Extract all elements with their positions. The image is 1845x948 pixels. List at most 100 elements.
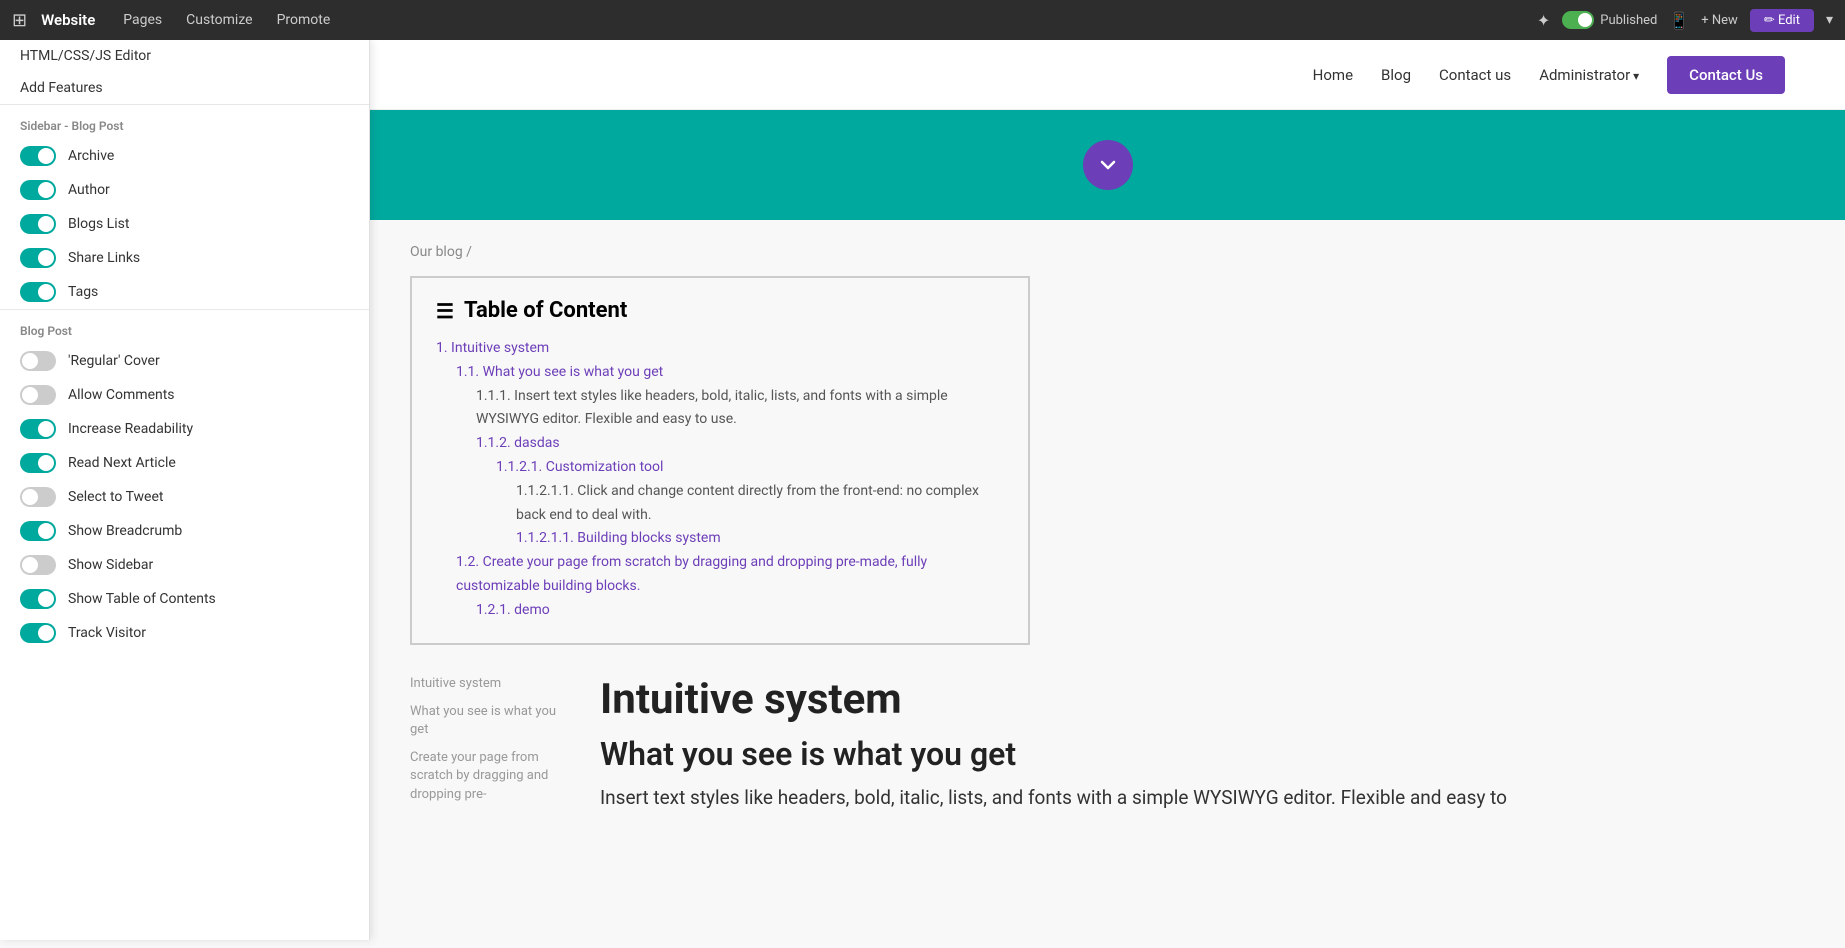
published-toggle[interactable]: Published	[1562, 11, 1657, 29]
toggle-show-breadcrumb: Show Breadcrumb	[0, 514, 369, 548]
nav-contact[interactable]: Contact us	[1439, 66, 1511, 84]
toc-list: 1. Intuitive system 1.1. What you see is…	[436, 337, 1004, 623]
article-h2: What you see is what you get	[600, 735, 1805, 773]
toggle-show-sidebar: Show Sidebar	[0, 548, 369, 582]
published-switch[interactable]	[1562, 11, 1594, 29]
toggle-allow-comments-label: Allow Comments	[68, 387, 175, 403]
toggle-author-label: Author	[68, 182, 110, 198]
article-h1: Intuitive system	[600, 675, 1805, 725]
toggle-share-links-label: Share Links	[68, 250, 140, 266]
nav-blog[interactable]: Blog	[1381, 66, 1411, 84]
toggle-share-links-switch[interactable]	[20, 248, 56, 268]
add-features-label: Add Features	[20, 80, 103, 96]
breadcrumb-blog[interactable]: Our blog	[410, 244, 463, 260]
toc-item-1: 1. Intuitive system	[436, 337, 1004, 361]
toc-item-1-1: 1.1. What you see is what you get	[456, 361, 1004, 385]
hero-chevron-down[interactable]	[1083, 140, 1133, 190]
blog-post-section-label: Blog Post	[0, 309, 369, 344]
toggle-regular-cover-switch[interactable]	[20, 351, 56, 371]
toggle-show-breadcrumb-switch[interactable]	[20, 521, 56, 541]
site-navbar: Home Blog Contact us Administrator Conta…	[370, 40, 1845, 110]
blog-content: Our blog / ☰ Table of Content 1. Intuiti…	[370, 220, 1845, 838]
html-css-js-editor-label: HTML/CSS/JS Editor	[20, 48, 151, 64]
hero-area	[370, 110, 1845, 220]
contact-us-button[interactable]: Contact Us	[1667, 56, 1785, 94]
brand-label: Website	[41, 11, 95, 29]
toggle-show-sidebar-switch[interactable]	[20, 555, 56, 575]
toc-item-1-1-2-1-1b: 1.1.2.1.1. Building blocks system	[516, 527, 1004, 551]
toggle-show-sidebar-label: Show Sidebar	[68, 557, 153, 573]
toggle-tags-switch[interactable]	[20, 282, 56, 302]
nav-promote[interactable]: Promote	[269, 8, 339, 32]
toggle-blogs-list-label: Blogs List	[68, 216, 129, 232]
toc-link-1-2-1[interactable]: 1.2.1. demo	[476, 602, 550, 618]
toc-item-1-1-2-1-1a: 1.1.2.1.1. Click and change content dire…	[516, 480, 1004, 528]
top-bar-right: ✦ Published 📱 + New ✏ Edit ▾	[1537, 9, 1833, 32]
toggle-show-toc: Show Table of Contents	[0, 582, 369, 616]
toggle-author-switch[interactable]	[20, 180, 56, 200]
toggle-archive-label: Archive	[68, 148, 114, 164]
nav-customize[interactable]: Customize	[178, 8, 260, 32]
add-features-item[interactable]: Add Features	[0, 72, 369, 104]
nav-pages[interactable]: Pages	[115, 8, 170, 32]
toc-link-1-1-2[interactable]: 1.1.2. dasdas	[476, 435, 560, 451]
toc-link-building-blocks[interactable]: 1.1.2.1.1. Building blocks system	[516, 530, 721, 546]
phone-icon[interactable]: 📱	[1669, 11, 1689, 30]
toggle-select-to-tweet-switch[interactable]	[20, 487, 56, 507]
sidebar-panel: HTML/CSS/JS Editor Add Features Sidebar …	[0, 40, 370, 940]
settings-icon[interactable]: ✦	[1537, 11, 1550, 30]
grid-icon[interactable]: ⊞	[12, 10, 27, 31]
toggle-regular-cover: 'Regular' Cover	[0, 344, 369, 378]
toggle-share-links: Share Links	[0, 241, 369, 275]
top-bar: ⊞ Website Pages Customize Promote ✦ Publ…	[0, 0, 1845, 40]
toggle-show-toc-label: Show Table of Contents	[68, 591, 216, 607]
toc-item-1-1-1: 1.1.1. Insert text styles like headers, …	[476, 385, 1004, 433]
toc-item-1-2-1: 1.2.1. demo	[476, 599, 1004, 623]
toggle-increase-readability: Increase Readability	[0, 412, 369, 446]
toc-title: ☰ Table of Content	[436, 298, 1004, 323]
toc-link-1-1[interactable]: 1.1. What you see is what you get	[456, 364, 663, 380]
toc-item-1-1-2-1: 1.1.2.1. Customization tool	[496, 456, 1004, 480]
breadcrumb: Our blog /	[410, 244, 1805, 260]
expand-icon[interactable]: ▾	[1826, 12, 1833, 28]
toggle-select-to-tweet: Select to Tweet	[0, 480, 369, 514]
toc-link-1-1-2-1[interactable]: 1.1.2.1. Customization tool	[496, 459, 663, 475]
article-toc-item-1: Intuitive system	[410, 675, 570, 693]
toggle-tags-label: Tags	[68, 284, 98, 300]
toggle-allow-comments: Allow Comments	[0, 378, 369, 412]
edit-button[interactable]: ✏ Edit	[1750, 9, 1814, 32]
toggle-track-visitor-switch[interactable]	[20, 623, 56, 643]
toggle-regular-cover-label: 'Regular' Cover	[68, 353, 160, 369]
toggle-increase-readability-label: Increase Readability	[68, 421, 193, 437]
toc-link-1[interactable]: 1. Intuitive system	[436, 340, 549, 356]
toc-item-1-1-2: 1.1.2. dasdas	[476, 432, 1004, 456]
toggle-track-visitor: Track Visitor	[0, 616, 369, 650]
nav-home[interactable]: Home	[1313, 66, 1353, 84]
html-css-js-editor-item[interactable]: HTML/CSS/JS Editor	[0, 40, 369, 72]
article-section: Intuitive system What you see is what yo…	[410, 675, 1805, 814]
toggle-show-toc-switch[interactable]	[20, 589, 56, 609]
article-toc-item-2: What you see is what you get	[410, 703, 570, 739]
toc-title-text: Table of Content	[464, 298, 627, 323]
toggle-read-next-article-switch[interactable]	[20, 453, 56, 473]
article-toc-sidebar: Intuitive system What you see is what yo…	[410, 675, 570, 814]
new-button[interactable]: + New	[1701, 13, 1738, 28]
sidebar-blog-post-section-label: Sidebar - Blog Post	[0, 104, 369, 139]
published-label: Published	[1600, 13, 1657, 28]
article-body: Insert text styles like headers, bold, i…	[600, 783, 1805, 813]
breadcrumb-separator: /	[466, 244, 472, 260]
toggle-track-visitor-label: Track Visitor	[68, 625, 146, 641]
article-main: Intuitive system What you see is what yo…	[600, 675, 1805, 814]
toggle-archive: Archive	[0, 139, 369, 173]
toggle-read-next-article: Read Next Article	[0, 446, 369, 480]
toggle-select-to-tweet-label: Select to Tweet	[68, 489, 163, 505]
toggle-allow-comments-switch[interactable]	[20, 385, 56, 405]
toc-link-1-2[interactable]: 1.2. Create your page from scratch by dr…	[456, 554, 927, 594]
toc-icon: ☰	[436, 299, 454, 323]
toggle-increase-readability-switch[interactable]	[20, 419, 56, 439]
toggle-archive-switch[interactable]	[20, 146, 56, 166]
toc-item-1-2: 1.2. Create your page from scratch by dr…	[456, 551, 1004, 599]
toggle-blogs-list-switch[interactable]	[20, 214, 56, 234]
nav-administrator[interactable]: Administrator	[1539, 66, 1639, 84]
toggle-show-breadcrumb-label: Show Breadcrumb	[68, 523, 182, 539]
